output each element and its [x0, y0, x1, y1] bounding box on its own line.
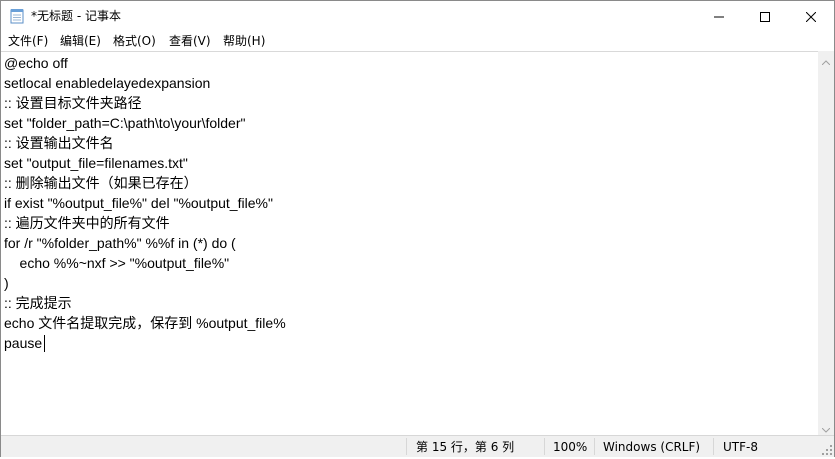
editor-line: :: 完成提示 [4, 295, 72, 311]
editor-line: for /r "%folder_path%" %%f in (*) do ( [4, 235, 236, 251]
status-divider [406, 438, 407, 455]
status-zoom: 100% [553, 440, 588, 454]
editor-line: pause [4, 335, 43, 351]
status-line-ending: Windows (CRLF) [603, 440, 701, 454]
notepad-window: *无标题 - 记事本 文件(F) 编辑(E) 格式(O) 查看(V) 帮助(H)… [0, 0, 835, 457]
status-encoding: UTF-8 [723, 440, 758, 454]
editor-line: if exist "%output_file%" del "%output_fi… [4, 195, 273, 211]
text-caret [44, 335, 45, 352]
status-divider [713, 438, 714, 455]
editor-line: :: 删除输出文件（如果已存在） [4, 175, 198, 191]
chevron-down-icon [821, 418, 831, 437]
close-button[interactable] [788, 1, 834, 31]
text-editor[interactable]: @echo off setlocal enabledelayedexpansio… [1, 51, 818, 436]
menu-format[interactable]: 格式(O) [113, 33, 156, 49]
menu-view[interactable]: 查看(V) [169, 33, 211, 49]
status-divider [544, 438, 545, 455]
status-cursor-position: 第 15 行，第 6 列 [416, 440, 515, 454]
maximize-button[interactable] [742, 1, 788, 31]
maximize-icon [760, 7, 770, 26]
notepad-icon [10, 8, 24, 24]
editor-line: set "folder_path=C:\path\to\your\folder" [4, 115, 246, 131]
editor-line: setlocal enabledelayedexpansion [4, 75, 211, 91]
vertical-scrollbar[interactable] [818, 51, 834, 435]
editor-line: @echo off [4, 55, 68, 71]
editor-line: echo %%~nxf >> "%output_file%" [4, 255, 230, 271]
menu-edit[interactable]: 编辑(E) [60, 33, 101, 49]
close-icon [805, 7, 817, 26]
editor-line: :: 设置输出文件名 [4, 135, 114, 151]
title-bar[interactable]: *无标题 - 记事本 [1, 1, 834, 31]
chevron-up-icon [821, 50, 831, 69]
status-divider [594, 438, 595, 455]
editor-line: set "output_file=filenames.txt" [4, 155, 188, 171]
menu-bar: 文件(F) 编辑(E) 格式(O) 查看(V) 帮助(H) [1, 31, 834, 51]
resize-grip-icon[interactable] [821, 444, 833, 456]
editor-line: :: 设置目标文件夹路径 [4, 95, 142, 111]
window-title: *无标题 - 记事本 [31, 9, 121, 23]
menu-help[interactable]: 帮助(H) [223, 33, 265, 49]
minimize-icon [714, 7, 724, 26]
scroll-down-button[interactable] [818, 419, 834, 435]
editor-line: ) [4, 275, 9, 291]
menu-file[interactable]: 文件(F) [8, 33, 48, 49]
editor-line: :: 遍历文件夹中的所有文件 [4, 215, 170, 231]
minimize-button[interactable] [696, 1, 742, 31]
editor-line: echo 文件名提取完成，保存到 %output_file% [4, 315, 286, 331]
scroll-up-button[interactable] [818, 51, 834, 67]
status-bar: 第 15 行，第 6 列 100% Windows (CRLF) UTF-8 [1, 435, 834, 457]
